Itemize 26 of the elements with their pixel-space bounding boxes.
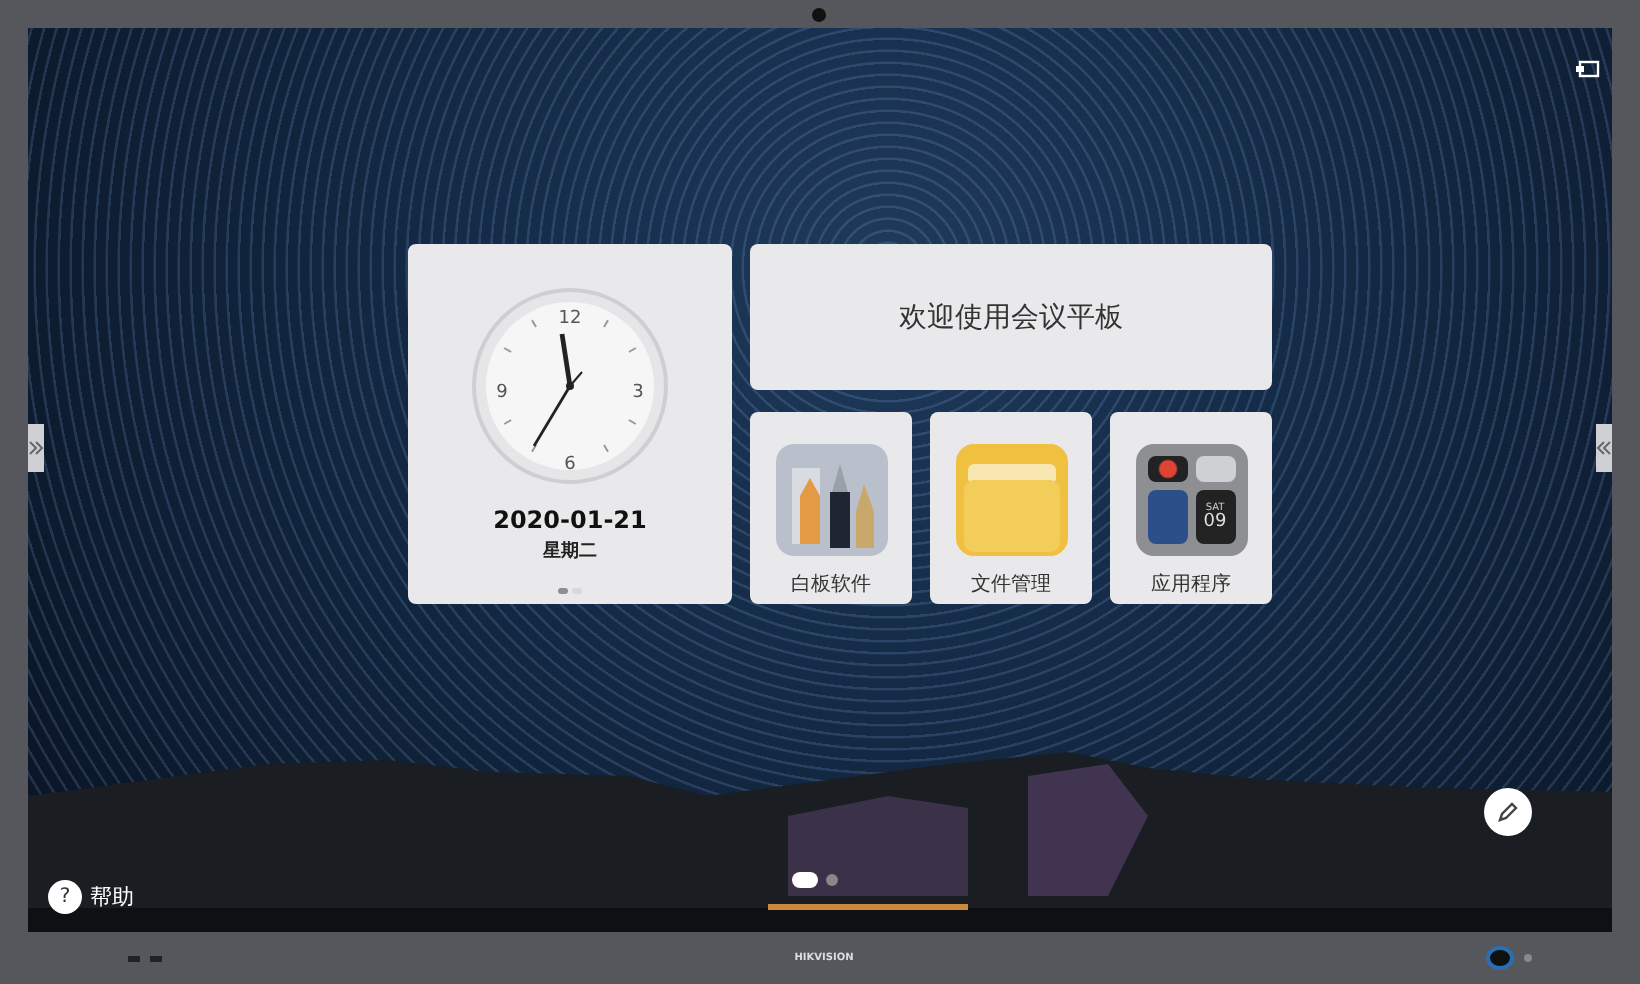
indicator-light: [128, 955, 140, 961]
folder-icon: [955, 444, 1067, 556]
pencil-icon: [1496, 800, 1520, 824]
clock-numeral: 9: [496, 385, 508, 403]
camera-icon: [812, 8, 826, 22]
app-label: 应用程序: [1151, 571, 1231, 598]
side-panel-handle-icon[interactable]: [28, 424, 44, 472]
pencil-pen-brush-icon: [775, 444, 887, 556]
app-tile[interactable]: 文件管理: [930, 412, 1092, 604]
screen-cast-icon[interactable]: [1576, 60, 1600, 80]
indicator-light: [1523, 954, 1532, 962]
clock-numeral: 6: [564, 457, 576, 475]
clock-numeral: 12: [558, 311, 582, 329]
clock-numeral: 3: [632, 385, 644, 403]
date-text: 2020-01-21: [493, 506, 647, 534]
page-indicator[interactable]: [792, 872, 818, 888]
app-tile[interactable]: 白板软件: [750, 412, 912, 604]
app-label: 白板软件: [791, 571, 871, 598]
clock-widget-card[interactable]: 12 3 6 9 2020-01-21 星期二: [408, 244, 732, 604]
side-panel-handle-icon[interactable]: [1596, 424, 1612, 472]
power-button[interactable]: [1485, 946, 1514, 970]
help-button[interactable]: ? 帮助: [48, 880, 134, 914]
indicator-light: [150, 955, 162, 961]
app-label: 文件管理: [971, 571, 1051, 598]
weekday-text: 星期二: [543, 539, 597, 564]
welcome-banner: 欢迎使用会议平板: [750, 244, 1272, 390]
